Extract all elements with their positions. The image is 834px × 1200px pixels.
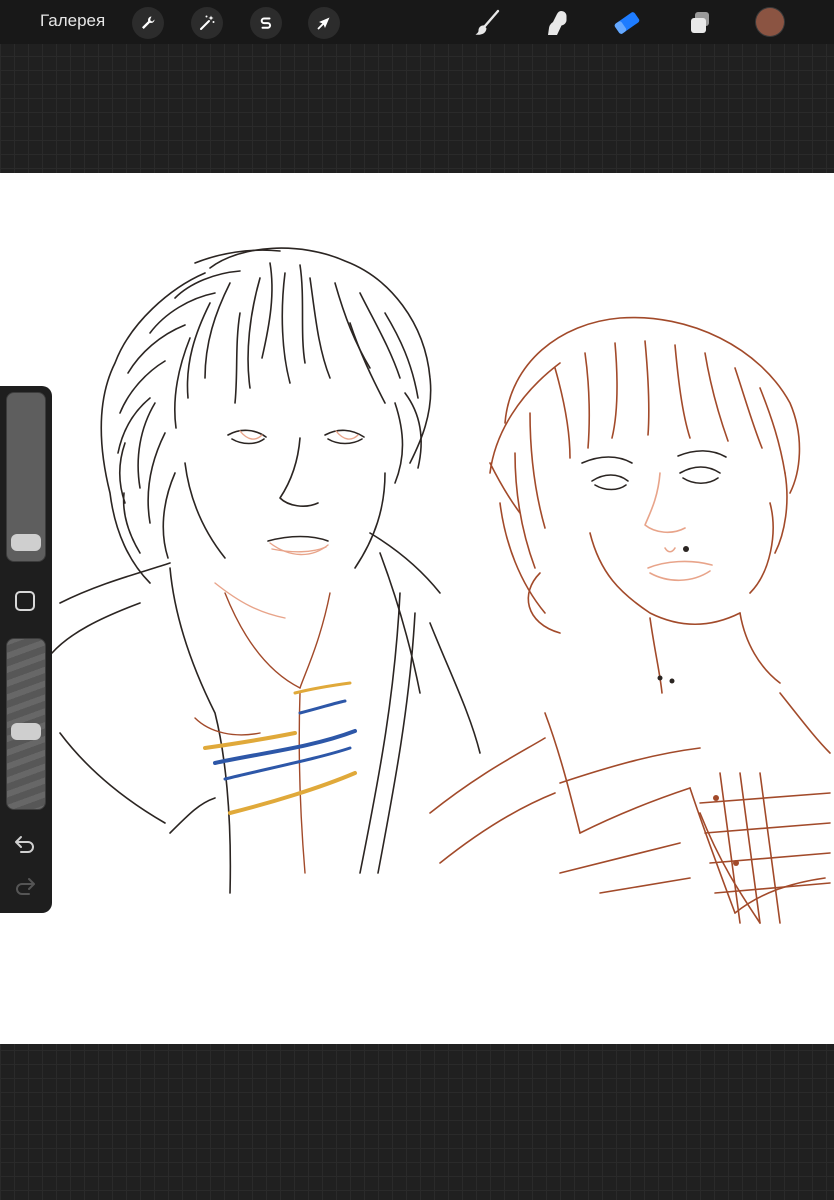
left-sidebar <box>0 386 52 913</box>
opacity-slider[interactable] <box>6 638 46 810</box>
sketch-artwork <box>51 247 831 924</box>
color-picker-button[interactable] <box>756 8 784 36</box>
layers-icon <box>691 12 709 33</box>
arrow-cursor-icon <box>317 17 330 30</box>
brush-size-slider[interactable] <box>6 392 46 562</box>
gallery-button[interactable]: Галерея <box>40 11 105 31</box>
brush-tool-button[interactable] <box>470 6 504 40</box>
modify-button[interactable] <box>14 590 36 612</box>
magic-wand-icon <box>200 15 215 30</box>
undo-button[interactable] <box>12 832 38 858</box>
eraser-tool-button[interactable] <box>610 6 644 40</box>
top-toolbar: Галерея <box>0 0 834 44</box>
redo-icon <box>16 878 35 895</box>
brush-icon <box>475 9 500 35</box>
square-icon <box>15 591 35 611</box>
selection-button[interactable] <box>250 7 282 39</box>
undo-icon <box>15 836 34 853</box>
redo-button[interactable] <box>12 874 38 900</box>
brush-size-thumb[interactable] <box>11 533 41 551</box>
smudge-tool-button[interactable] <box>540 6 574 40</box>
wrench-icon <box>142 16 155 29</box>
layers-tool-button[interactable] <box>683 6 717 40</box>
selection-s-icon <box>260 17 272 29</box>
adjustments-button[interactable] <box>191 7 223 39</box>
drawing-canvas[interactable] <box>0 173 834 1044</box>
smudge-finger-icon <box>548 11 567 35</box>
eraser-icon <box>614 12 640 34</box>
opacity-thumb[interactable] <box>11 722 41 740</box>
actions-button[interactable] <box>132 7 164 39</box>
transform-button[interactable] <box>308 7 340 39</box>
